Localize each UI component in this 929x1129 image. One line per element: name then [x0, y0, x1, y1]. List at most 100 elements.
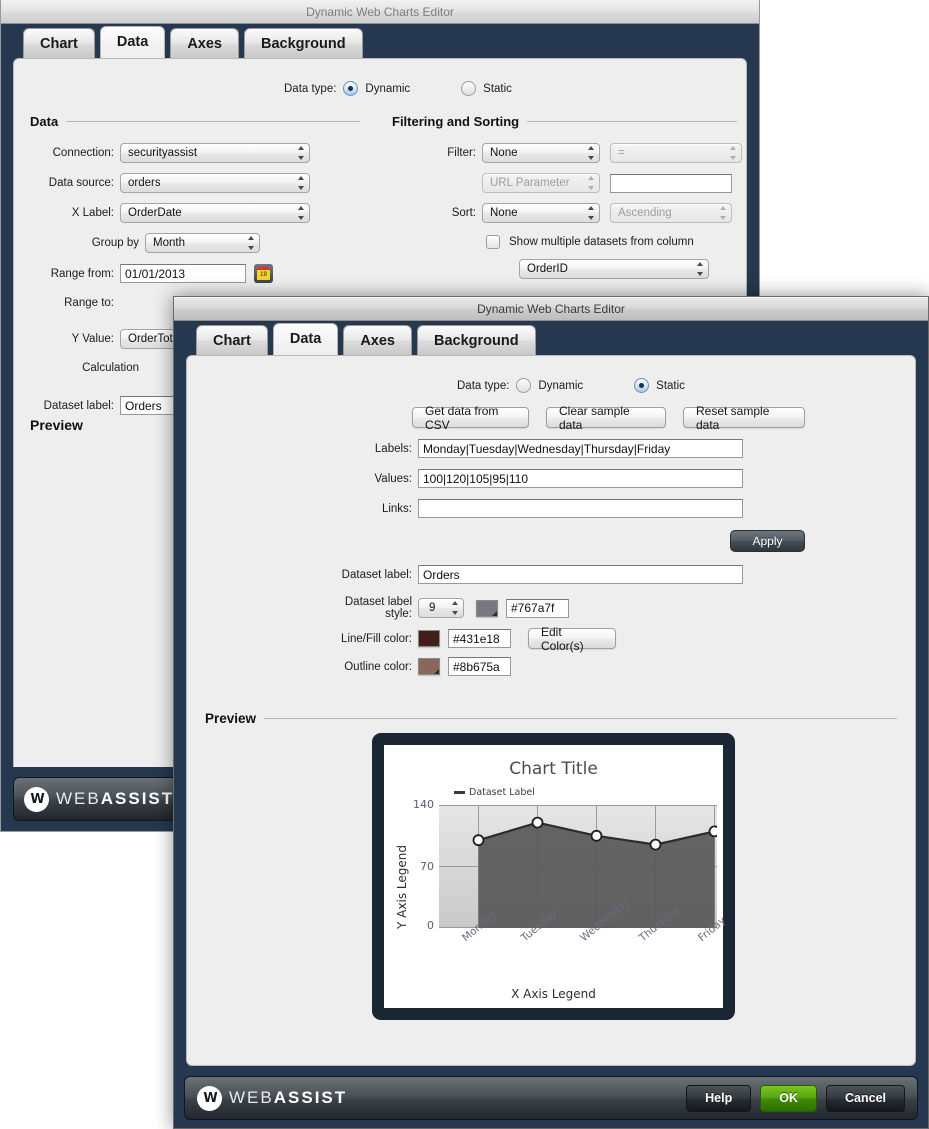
- front-logo-prefix: WEB: [229, 1088, 274, 1107]
- dataset-label-style-size-select[interactable]: 9: [418, 598, 464, 618]
- tab-chart[interactable]: Chart: [23, 28, 95, 58]
- front-logo-suffix: ASSIST: [273, 1088, 348, 1107]
- chart-legend: Dataset Label: [454, 787, 535, 798]
- sort-label: Sort:: [451, 207, 476, 219]
- get-data-from-csv-button[interactable]: Get data from CSV: [412, 404, 529, 432]
- outline-color-swatch[interactable]: [418, 658, 440, 675]
- back-dataset-label-value: Orders: [125, 398, 162, 413]
- chart-canvas: Chart Title Dataset Label Y Axis Legend …: [384, 745, 728, 1008]
- x-label-select[interactable]: OrderDate: [120, 203, 310, 223]
- x-label-row: X Label: OrderDate: [30, 203, 310, 223]
- line-fill-color-swatch[interactable]: [418, 630, 440, 647]
- range-from-label: Range from:: [50, 267, 114, 280]
- stepper-arrows-icon: [586, 176, 595, 190]
- back-window-titlebar[interactable]: Dynamic Web Charts Editor: [1, 0, 759, 24]
- calendar-icon[interactable]: 19: [254, 264, 273, 283]
- dataset-label-color-input[interactable]: #767a7f: [506, 598, 569, 618]
- data-type-label: Data type:: [284, 82, 337, 95]
- front-preview-title: Preview: [205, 711, 257, 726]
- y-tick-140: 140: [413, 798, 434, 811]
- sort-select[interactable]: None: [482, 203, 600, 223]
- filter-label: Filter:: [447, 147, 476, 159]
- front-preview-divider: [264, 718, 897, 719]
- line-fill-color-input[interactable]: #431e18: [448, 629, 511, 648]
- links-label: Links:: [381, 502, 412, 515]
- logo-suffix: ASSIST: [100, 789, 175, 808]
- ok-button[interactable]: OK: [760, 1084, 817, 1112]
- radio-dynamic[interactable]: [343, 81, 359, 96]
- front-tab-axes-label: Axes: [360, 332, 395, 349]
- multi-dataset-checkbox[interactable]: [486, 235, 500, 249]
- front-dataset-label-label: Dataset label:: [341, 568, 412, 581]
- group-by-select[interactable]: Month: [145, 233, 260, 253]
- tab-data-label: Data: [116, 34, 149, 50]
- range-from-value: 01/01/2013: [125, 266, 186, 281]
- calculation-row: Calculation: [30, 362, 139, 374]
- connection-label: Connection:: [52, 147, 114, 159]
- stepper-arrows-icon: [246, 236, 255, 250]
- clear-sample-data-button[interactable]: Clear sample data: [546, 404, 666, 432]
- front-data-type-row: Data type: Dynamic Static: [457, 378, 685, 393]
- filter-operator-select[interactable]: =: [610, 143, 742, 163]
- edit-colors-button[interactable]: Edit Color(s): [528, 625, 616, 653]
- links-input[interactable]: [418, 499, 743, 518]
- group-by-value: Month: [153, 237, 185, 249]
- front-tab-background[interactable]: Background: [416, 325, 536, 355]
- front-radio-dynamic[interactable]: [516, 378, 532, 393]
- webassist-mark-icon: W: [24, 786, 49, 812]
- outline-color-row: Outline color: #8b675a: [320, 657, 511, 676]
- stepper-arrows-icon: [296, 176, 305, 190]
- front-data-type-label: Data type:: [457, 379, 510, 392]
- group-by-label: Group by: [91, 237, 139, 249]
- front-tab-axes[interactable]: Axes: [343, 325, 412, 355]
- front-window-body: Chart Data Axes Background Data type: Dy…: [174, 321, 928, 1128]
- values-input[interactable]: 100|120|105|95|110: [418, 469, 743, 488]
- filter-text-input[interactable]: [610, 173, 732, 193]
- front-tab-chart[interactable]: Chart: [196, 325, 268, 355]
- tab-background[interactable]: Background: [243, 28, 363, 58]
- line-fill-color-label: Line/Fill color:: [341, 632, 412, 645]
- dataset-label-color-swatch[interactable]: [476, 599, 498, 617]
- front-dataset-label-input[interactable]: Orders: [418, 565, 743, 584]
- range-from-input[interactable]: 01/01/2013: [120, 264, 246, 283]
- multi-dataset-column-select[interactable]: OrderID: [519, 259, 709, 279]
- x-label-label: X Label:: [71, 207, 114, 219]
- front-radio-static-label: Static: [656, 379, 685, 392]
- calculation-label: Calculation: [82, 362, 139, 374]
- url-parameter-select[interactable]: URL Parameter: [482, 173, 600, 193]
- front-radio-static[interactable]: [634, 378, 650, 393]
- reset-sample-data-button[interactable]: Reset sample data: [683, 404, 805, 432]
- outline-color-label: Outline color:: [344, 660, 412, 673]
- filtering-group-header: Filtering and Sorting: [392, 114, 737, 129]
- values-row: Values: 100|120|105|95|110: [337, 469, 743, 488]
- filtering-group-title: Filtering and Sorting: [392, 114, 520, 129]
- front-window-tabstrip: Chart Data Axes Background: [174, 321, 928, 355]
- connection-select[interactable]: securityassist: [120, 143, 310, 163]
- outline-color-input[interactable]: #8b675a: [448, 657, 511, 676]
- stepper-arrows-icon: [296, 146, 305, 160]
- tab-data[interactable]: Data: [99, 26, 166, 58]
- help-button[interactable]: Help: [686, 1084, 752, 1112]
- labels-input[interactable]: Monday|Tuesday|Wednesday|Thursday|Friday: [418, 439, 743, 458]
- front-tab-chart-label: Chart: [213, 332, 251, 349]
- filter-select[interactable]: None: [482, 143, 600, 163]
- data-source-select[interactable]: orders: [120, 173, 310, 193]
- cancel-button[interactable]: Cancel: [826, 1084, 905, 1112]
- front-window-titlebar[interactable]: Dynamic Web Charts Editor: [174, 297, 928, 321]
- dataset-label-style-label: Dataset label style:: [344, 596, 412, 620]
- back-window-tabstrip: Chart Data Axes Background: [1, 24, 759, 58]
- front-tab-data[interactable]: Data: [272, 323, 339, 355]
- front-tab-data-label: Data: [289, 331, 322, 347]
- labels-value: Monday|Tuesday|Wednesday|Thursday|Friday: [423, 441, 671, 456]
- x-label-value: OrderDate: [128, 207, 182, 219]
- data-source-row: Data source: orders: [30, 173, 310, 193]
- radio-static[interactable]: [461, 81, 477, 96]
- sort-direction-select[interactable]: Ascending: [610, 203, 732, 223]
- stepper-arrows-icon: [718, 206, 727, 220]
- y-tick-0: 0: [427, 919, 434, 932]
- stepper-arrows-icon: [695, 262, 704, 276]
- apply-button[interactable]: Apply: [730, 530, 805, 552]
- line-fill-color-value: #431e18: [453, 631, 500, 646]
- tab-axes[interactable]: Axes: [170, 28, 239, 58]
- range-from-row: Range from: 01/01/2013 19: [30, 264, 273, 283]
